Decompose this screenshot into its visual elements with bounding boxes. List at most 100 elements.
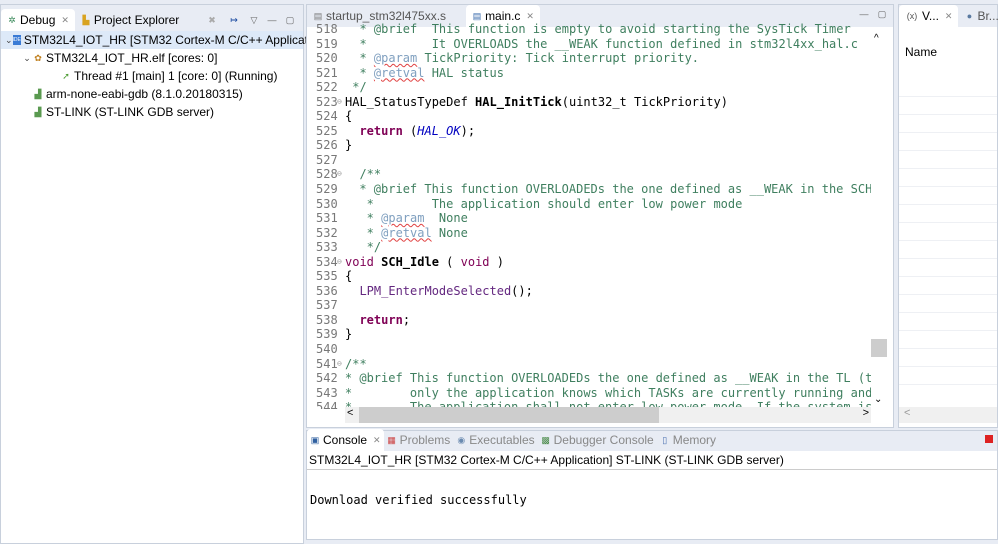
tab-project-explorer[interactable]: ▙ Project Explorer [75,9,185,31]
code-token: */ [345,240,382,255]
scroll-thumb[interactable] [871,339,887,357]
code-token: None [424,211,468,226]
code-line: 538 return; [307,313,871,328]
scroll-thumb[interactable] [359,407,659,423]
code-token: HAL_InitTick [475,94,562,109]
tree-node[interactable]: ⌄ ✿ STM32L4_IOT_HR.elf [cores: 0] [1,49,303,67]
code-token: * [345,211,382,226]
tab-label: Memory [672,433,717,447]
close-icon[interactable]: ✕ [61,15,69,26]
code-token: @param [381,211,425,226]
view-menu-icon[interactable]: ▽ [249,15,259,25]
tab-debugger-console[interactable]: ▩ Debugger Console [538,429,657,451]
remove-terminated-icon[interactable]: ✖ [207,15,217,25]
code-line: 543 * only the application knows which T… [307,386,871,401]
maximize-icon[interactable]: ▢ [285,15,295,25]
tree-node-label: STM32L4_IOT_HR [STM32 Cortex-M C/C++ App… [23,33,328,47]
line-number: 532 [316,225,338,240]
tab-problems[interactable]: ▦ Problems [384,429,454,451]
terminate-icon[interactable] [985,435,993,443]
tab-memory[interactable]: ▯ Memory [657,429,719,451]
code-token: void [345,254,374,269]
code-line: 534 ⊖ void SCH_Idle ( void ) [307,255,871,270]
code-token: ); [460,123,476,138]
debug-tabbar: ✲ Debug ✕ ▙ Project Explorer ✖ ↦ ▽ — ▢ [1,5,303,31]
close-icon[interactable]: ✕ [373,435,381,446]
tab-debug[interactable]: ✲ Debug ✕ [1,9,75,31]
line-number: 526 [316,138,338,153]
scroll-up-icon[interactable]: ^ [874,33,879,44]
problems-icon: ▦ [387,435,396,445]
tab-label: Problems [399,433,451,447]
code-line: 536 LPM_EnterModeSelected (); [307,284,871,299]
expand-toggle-icon[interactable]: ⌄ [21,53,33,64]
code-token: * only the application knows which TASKs… [337,385,871,400]
tree-node-label: arm-none-eabi-gdb (8.1.0.20180315) [46,87,243,101]
line-number: 536 [316,283,338,298]
tab-label: main.c [485,9,521,23]
tree-node[interactable]: ▟ arm-none-eabi-gdb (8.1.0.20180315) [1,85,303,103]
code-token: * [345,225,382,240]
code-line: 537 [307,298,871,313]
scroll-left-icon[interactable]: < [347,407,353,419]
code-token: HAL_OK [417,123,461,138]
tree-node[interactable]: ➚ Thread #1 [main] 1 [core: 0] (Running) [1,67,303,85]
code-token: { [345,109,353,124]
line-number: 522 [316,80,338,95]
connect-icon[interactable]: ↦ [229,15,239,25]
code-token: * @brief This function is empty to avoid… [345,22,851,36]
code-token: } [345,138,353,153]
minimize-icon[interactable]: — [267,15,277,25]
code-token: HAL_StatusTypeDef [345,94,476,109]
close-icon[interactable]: ✕ [945,11,953,22]
close-icon[interactable]: ✕ [526,11,534,22]
tab-variables[interactable]: (x) V... ✕ [899,5,959,27]
console-header: STM32L4_IOT_HR [STM32 Cortex-M C/C++ App… [309,453,784,467]
column-header-name[interactable]: Name [905,45,937,59]
console-output: Download verified successfully [310,493,527,507]
console-view: ▣ Console ✕ ▦ Problems ◉ Executables ▩ Debugger … [306,429,998,540]
code-editor: ▤ startup_stm32l475xx.s ▤ main.c ✕ — ▢ 518 … [306,4,894,428]
tab-console[interactable]: ▣ Console ✕ [307,429,384,451]
code-line: 532 * @retval None [307,226,871,241]
maximize-icon[interactable]: ▢ [877,9,887,19]
horizontal-scrollbar[interactable]: < > [345,407,871,423]
code-token: * @brief This function OVERLOADEDs the o… [337,182,871,197]
tab-label: Debug [20,13,56,27]
code-token: @param [373,51,418,66]
tree-node[interactable]: ▟ ST-LINK (ST-LINK GDB server) [1,103,303,121]
tab-executables[interactable]: ◉ Executables [453,429,537,451]
line-number: 542 [316,371,338,386]
line-number: 543 [316,385,338,400]
line-number: 533 [316,240,338,255]
c-file-icon: ▤ [472,11,482,21]
tab-breakpoints[interactable]: ● Br... [958,5,998,27]
code-token: (uint32_t TickPriority) [561,94,728,109]
tree-node-label: Thread #1 [main] 1 [core: 0] (Running) [74,69,278,83]
tab-label: Br... [977,9,998,23]
scroll-right-icon[interactable]: > [863,407,869,419]
scroll-left-icon[interactable]: < [904,407,910,419]
breakpoints-icon: ● [966,11,973,21]
code-line: 542 * @brief This function OVERLOADEDs t… [307,371,871,386]
code-line: 530 * The application should enter low p… [307,197,871,212]
code-line: 526} [307,138,871,153]
code-token: * [345,65,374,80]
code-token: ( [402,123,418,138]
scroll-down-icon[interactable]: ⌄ [874,394,882,405]
code-area[interactable]: 518 * @brief This function is empty to a… [307,22,871,409]
launch-config-icon: IDE [12,35,21,45]
horizontal-scrollbar[interactable]: < [899,407,997,423]
code-token: ; [402,312,411,327]
vertical-scrollbar[interactable]: ^ ⌄ [871,29,887,405]
variables-view: (x) V... ✕ ● Br... Name < [898,4,998,428]
tab-label: Project Explorer [93,13,180,27]
minimize-icon[interactable]: — [859,9,869,19]
expand-toggle-icon[interactable]: ⌄ [5,35,13,46]
code-token: } [345,327,353,342]
tree-node[interactable]: ⌄ IDE STM32L4_IOT_HR [STM32 Cortex-M C/C++… [1,31,327,49]
code-line: 539} [307,327,871,342]
line-number: 529 [316,182,338,197]
line-number: 538 [316,312,338,327]
